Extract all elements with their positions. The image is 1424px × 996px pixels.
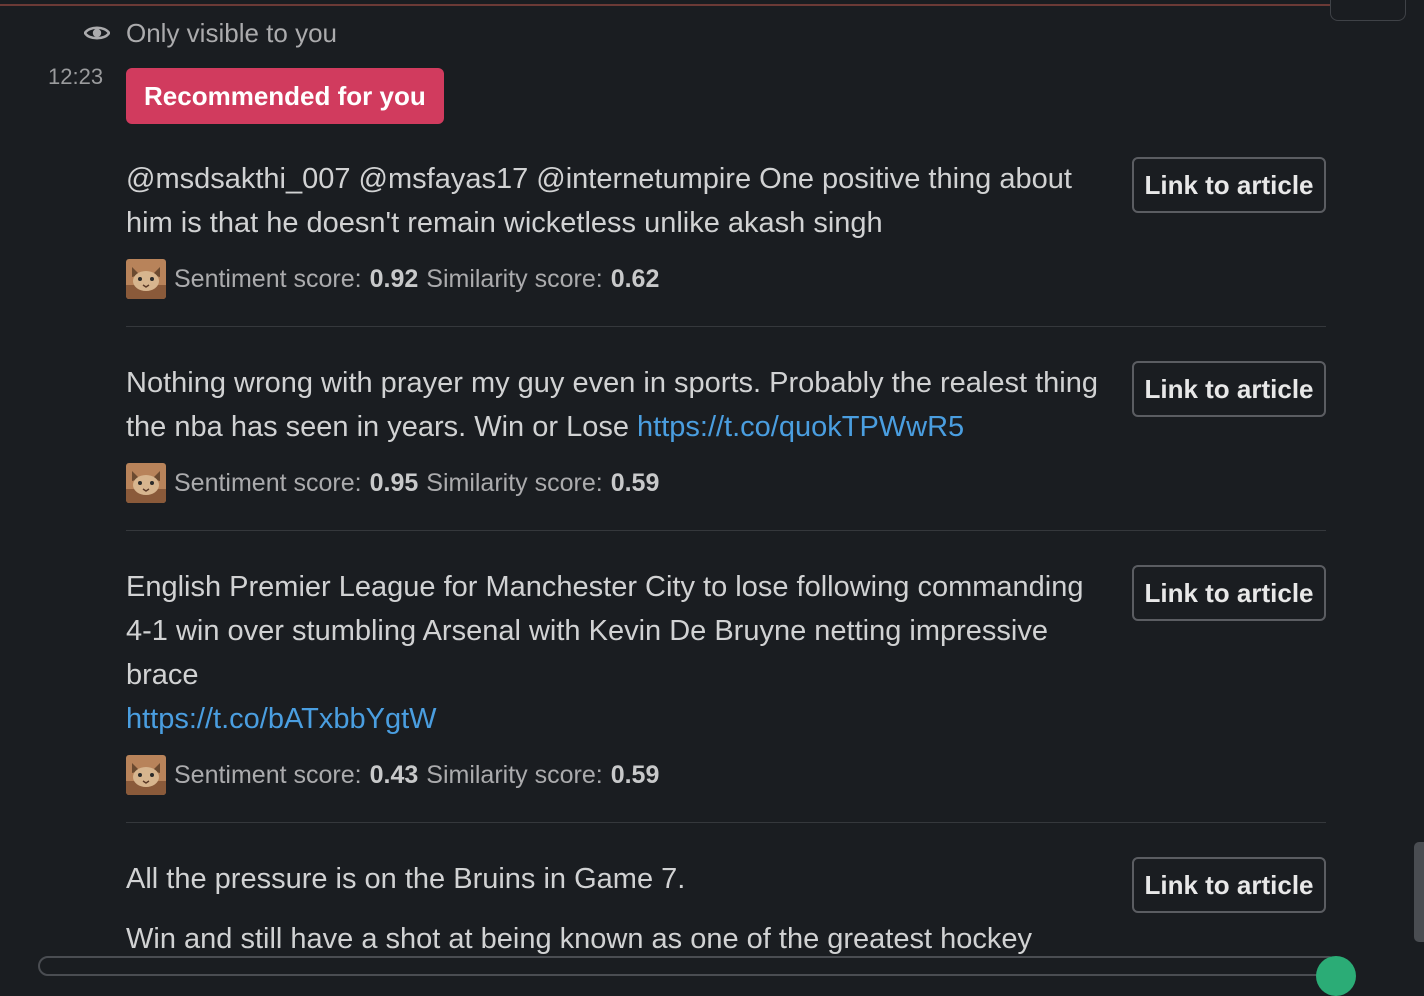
item-body: All the pressure is on the Bruins in Gam… <box>126 863 686 895</box>
visibility-notice: Only visible to you <box>84 16 337 50</box>
tweet-link[interactable]: https://t.co/bATxbbYgtW <box>126 697 1111 741</box>
scrollbar-thumb[interactable] <box>1414 842 1424 942</box>
item-text: @msdsakthi_007 @msfayas17 @internetumpir… <box>126 157 1111 245</box>
similarity-score: 0.59 <box>610 760 660 789</box>
link-to-article-button[interactable]: Link to article <box>1132 565 1326 621</box>
divider <box>126 326 1326 327</box>
message-timestamp[interactable]: 12:23 <box>48 64 103 90</box>
cat-avatar-icon <box>126 463 166 503</box>
similarity-label: Similarity score: <box>426 468 603 497</box>
score-row: Sentiment score: 0.92 Similarity score: … <box>126 259 659 299</box>
top-divider <box>0 4 1330 6</box>
item-body: English Premier League for Manchester Ci… <box>126 571 1084 691</box>
list-item: All the pressure is on the Bruins in Gam… <box>126 857 1326 961</box>
sentiment-label: Sentiment score: <box>174 264 362 293</box>
item-body: Win and still have a shot at being known… <box>126 923 1032 955</box>
item-body: @msdsakthi_007 @msfayas17 @internetumpir… <box>126 163 1072 239</box>
list-item: English Premier League for Manchester Ci… <box>126 565 1326 795</box>
list-item: @msdsakthi_007 @msfayas17 @internetumpir… <box>126 157 1326 299</box>
item-text: All the pressure is on the Bruins in Gam… <box>126 857 1111 901</box>
item-text: Nothing wrong with prayer my guy even in… <box>126 361 1111 449</box>
divider <box>126 530 1326 531</box>
sentiment-score: 0.92 <box>369 264 419 293</box>
item-text: English Premier League for Manchester Ci… <box>126 565 1111 741</box>
visibility-label: Only visible to you <box>126 17 337 48</box>
similarity-score: 0.62 <box>610 264 660 293</box>
cat-avatar-icon <box>126 755 166 795</box>
recommended-badge: Recommended for you <box>126 68 444 124</box>
link-to-article-button[interactable]: Link to article <box>1132 857 1326 913</box>
similarity-label: Similarity score: <box>426 264 603 293</box>
message-composer[interactable] <box>38 956 1338 976</box>
eye-icon <box>84 26 110 40</box>
score-row: Sentiment score: 0.43 Similarity score: … <box>126 755 659 795</box>
list-item: Nothing wrong with prayer my guy even in… <box>126 361 1326 503</box>
tweet-link[interactable]: https://t.co/quokTPWwR5 <box>637 411 964 443</box>
sentiment-label: Sentiment score: <box>174 468 362 497</box>
score-row: Sentiment score: 0.95 Similarity score: … <box>126 463 659 503</box>
presence-indicator <box>1316 956 1356 996</box>
message-actions-menu[interactable] <box>1330 0 1406 21</box>
item-text-continued: Win and still have a shot at being known… <box>126 917 1111 961</box>
link-to-article-button[interactable]: Link to article <box>1132 361 1326 417</box>
link-to-article-button[interactable]: Link to article <box>1132 157 1326 213</box>
sentiment-label: Sentiment score: <box>174 760 362 789</box>
divider <box>126 822 1326 823</box>
similarity-label: Similarity score: <box>426 760 603 789</box>
sentiment-score: 0.95 <box>369 468 419 497</box>
similarity-score: 0.59 <box>610 468 660 497</box>
cat-avatar-icon <box>126 259 166 299</box>
sentiment-score: 0.43 <box>369 760 419 789</box>
